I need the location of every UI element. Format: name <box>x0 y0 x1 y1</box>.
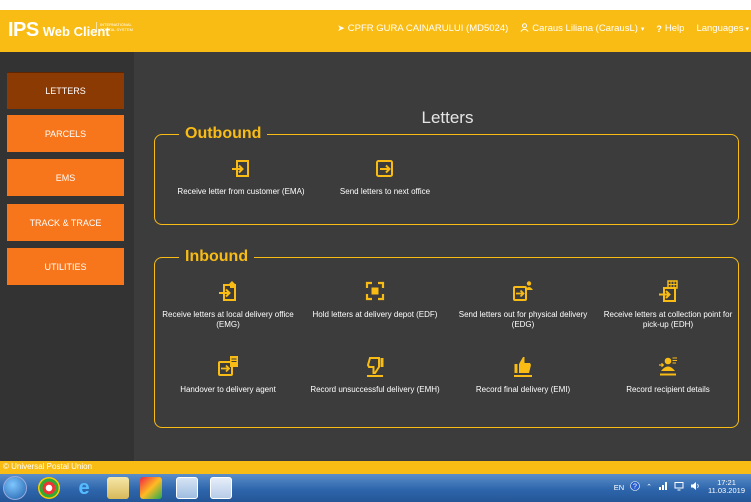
send-letters-icon <box>315 159 455 183</box>
chevron-down-icon: ▾ <box>745 25 749 33</box>
main-content: Letters Outbound Receive letter from cus… <box>134 52 751 461</box>
tile-label: Record recipient details <box>626 384 710 394</box>
tile-receive-local-emg[interactable]: Receive letters at local delivery office… <box>155 280 301 331</box>
logo-ips: IPS <box>8 19 39 41</box>
tile-collection-point-edh[interactable]: Receive letters at collection point for … <box>595 280 741 331</box>
svg-text:?: ? <box>633 484 637 491</box>
language-indicator[interactable]: EN <box>614 483 624 492</box>
user-label: Caraus Liliana (CarausL) <box>532 23 638 34</box>
inbound-legend: Inbound <box>179 247 255 267</box>
tile-label: Send letters out for physical delivery (… <box>458 309 588 330</box>
tile-record-recipient[interactable]: Record recipient details <box>595 355 741 395</box>
system-tray: EN ? ⌃ 17:21 11.03.2019 <box>608 479 745 495</box>
clock-date: 11.03.2019 <box>708 486 745 495</box>
outbound-legend: Outbound <box>179 124 268 144</box>
tile-handover-agent[interactable]: Handover to delivery agent <box>155 355 301 395</box>
start-button[interactable] <box>3 476 27 500</box>
user-icon <box>520 23 529 34</box>
user-menu[interactable]: Caraus Liliana (CarausL) ▾ <box>520 23 644 34</box>
help-link[interactable]: ? Help <box>656 23 684 34</box>
sidebar-item-label: PARCELS <box>44 128 87 139</box>
location-arrow-icon: ➤ <box>337 23 345 33</box>
sidebar-item-letters[interactable]: LETTERS <box>7 72 124 109</box>
sidebar-item-label: EMS <box>55 172 76 183</box>
tile-hold-letters-edf[interactable]: Hold letters at delivery depot (EDF) <box>305 280 445 320</box>
receive-local-icon <box>155 280 301 306</box>
app-logo[interactable]: IPS Web Client <box>8 20 110 40</box>
collection-point-icon <box>595 280 741 306</box>
tile-final-delivery-emi[interactable]: Record final delivery (EMI) <box>451 355 595 395</box>
tile-receive-letter-ema[interactable]: Receive letter from customer (EMA) <box>155 159 327 197</box>
header-right: ➤ CPFR GURA CAINARULUI (MD5024) Caraus L… <box>325 23 751 34</box>
tray-clock[interactable]: 17:21 11.03.2019 <box>708 479 745 495</box>
tile-label: Record final delivery (EMI) <box>475 384 571 394</box>
send-out-delivery-icon <box>451 280 595 306</box>
sidebar-item-track-trace[interactable]: TRACK & TRACE <box>7 204 124 241</box>
tile-label: Receive letters at collection point for … <box>603 309 733 330</box>
languages-menu[interactable]: Languages ▾ <box>696 23 749 34</box>
office-label: CPFR GURA CAINARULUI (MD5024) <box>347 23 509 34</box>
tile-unsuccessful-delivery-emh[interactable]: Record unsuccessful delivery (EMH) <box>305 355 445 395</box>
sidebar: LETTERS PARCELS EMS TRACK & TRACE UTILIT… <box>0 52 134 461</box>
office-selector[interactable]: ➤ CPFR GURA CAINARULUI (MD5024) <box>337 23 508 34</box>
footer: © Universal Postal Union <box>0 461 751 474</box>
chevron-down-icon: ▾ <box>640 25 645 33</box>
receive-letter-icon <box>155 159 327 183</box>
chrome-icon[interactable] <box>38 477 60 499</box>
tile-label: Handover to delivery agent <box>180 384 276 394</box>
recipient-details-icon <box>595 355 741 381</box>
tile-label: Receive letters at local delivery office… <box>162 309 294 330</box>
languages-label: Languages <box>696 23 744 34</box>
os-taskbar: e EN ? ⌃ 17:21 11.03.2019 <box>0 474 751 502</box>
logo-org-text: INTERNATIONAL POSTAL SYSTEM <box>96 22 146 32</box>
tile-send-letters-next-office[interactable]: Send letters to next office <box>315 159 455 197</box>
sidebar-item-label: UTILITIES <box>44 261 87 272</box>
copyright-text: © Universal Postal Union <box>3 462 93 471</box>
inbound-group: Inbound Receive letters at local deliver… <box>154 247 741 428</box>
control-panel-icon[interactable] <box>176 477 198 499</box>
sidebar-item-ems[interactable]: EMS <box>7 159 124 196</box>
media-app-icon[interactable] <box>140 477 162 499</box>
tile-label: Receive letter from customer (EMA) <box>177 186 305 196</box>
tray-arrows-icon[interactable]: ⌃ <box>646 483 652 491</box>
sidebar-item-label: LETTERS <box>45 86 86 96</box>
internet-explorer-icon[interactable]: e <box>73 477 95 499</box>
sidebar-item-parcels[interactable]: PARCELS <box>7 115 124 152</box>
sidebar-item-label: TRACK & TRACE <box>29 217 102 228</box>
top-strip <box>0 0 751 10</box>
tile-label: Record unsuccessful delivery (EMH) <box>310 384 440 394</box>
tile-label: Send letters to next office <box>339 186 431 196</box>
tile-send-out-delivery-edg[interactable]: Send letters out for physical delivery (… <box>451 280 595 331</box>
notepad-icon[interactable] <box>210 477 232 499</box>
question-icon: ? <box>656 23 662 34</box>
volume-icon[interactable] <box>690 481 700 493</box>
thumbs-up-icon <box>451 355 595 381</box>
help-label: Help <box>664 23 685 34</box>
thumbs-down-icon <box>305 355 445 381</box>
header-bar: IPS Web Client INTERNATIONAL POSTAL SYST… <box>0 10 751 52</box>
handover-agent-icon <box>155 355 301 381</box>
help-circle-icon[interactable]: ? <box>630 481 640 493</box>
hold-letters-icon <box>305 280 445 306</box>
network-icon[interactable] <box>658 481 668 493</box>
outbound-group: Outbound Receive letter from customer (E… <box>154 124 739 225</box>
display-icon[interactable] <box>674 481 684 493</box>
tile-label: Hold letters at delivery depot (EDF) <box>312 309 438 319</box>
file-explorer-icon[interactable] <box>107 477 129 499</box>
sidebar-item-utilities[interactable]: UTILITIES <box>7 248 124 285</box>
